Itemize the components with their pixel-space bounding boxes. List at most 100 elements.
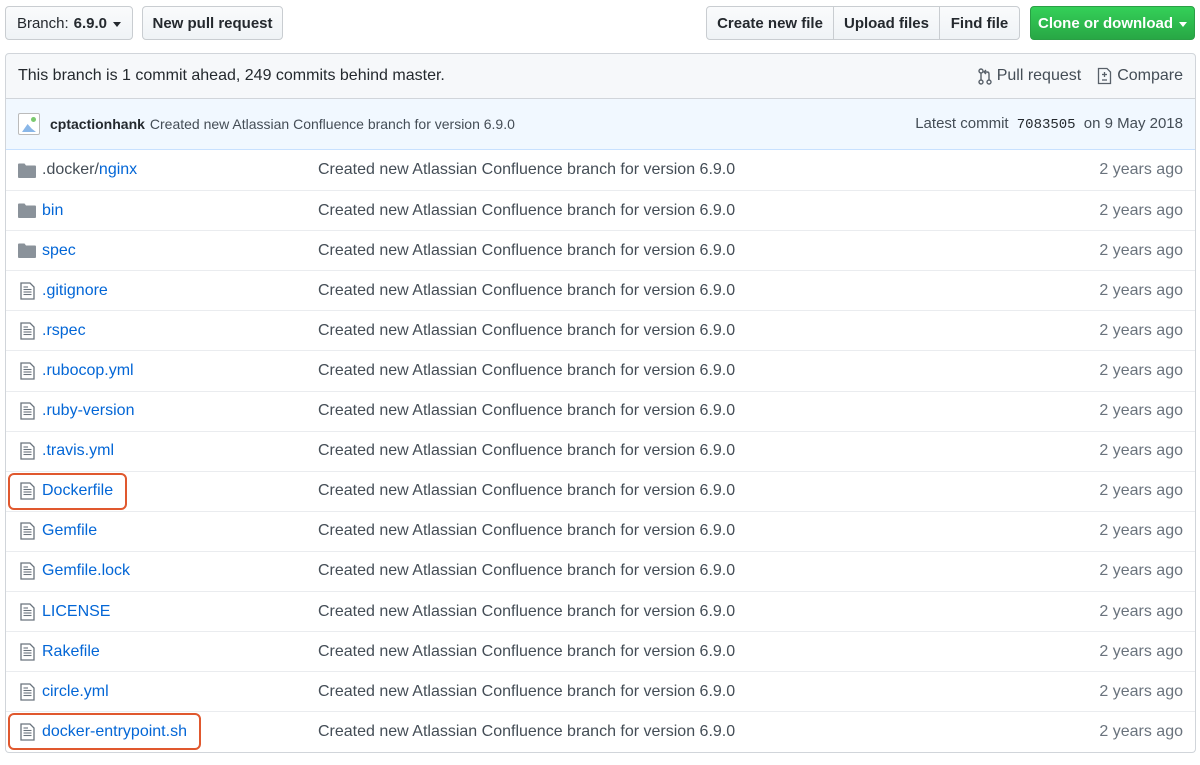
file-name-link[interactable]: .docker/nginx bbox=[42, 161, 137, 179]
file-icon bbox=[18, 442, 36, 460]
find-file-button[interactable]: Find file bbox=[939, 6, 1020, 40]
file-commit-message[interactable]: Created new Atlassian Confluence branch … bbox=[318, 202, 735, 220]
file-commit-message[interactable]: Created new Atlassian Confluence branch … bbox=[318, 603, 735, 621]
file-icon bbox=[18, 723, 36, 741]
file-commit-message[interactable]: Created new Atlassian Confluence branch … bbox=[318, 522, 735, 540]
file-name-link[interactable]: .gitignore bbox=[42, 282, 108, 300]
file-icon bbox=[18, 482, 36, 500]
file-name-link[interactable]: .rspec bbox=[42, 322, 86, 340]
avatar[interactable] bbox=[18, 113, 40, 135]
file-row[interactable]: .rubocop.yml Created new Atlassian Conflu… bbox=[6, 350, 1195, 390]
file-row[interactable]: Dockerfile Created new Atlassian Confluen… bbox=[6, 470, 1195, 511]
file-row[interactable]: .travis.yml Created new Atlassian Conflue… bbox=[6, 430, 1195, 471]
file-name-link[interactable]: Rakefile bbox=[42, 643, 100, 661]
file-icon bbox=[18, 282, 36, 300]
file-name-link[interactable]: Dockerfile bbox=[42, 482, 113, 500]
file-commit-message[interactable]: Created new Atlassian Confluence branch … bbox=[318, 442, 735, 460]
file-row[interactable]: .rspec Created new Atlassian Confluence b… bbox=[6, 310, 1195, 350]
branch-select-button[interactable]: Branch: 6.9.0 bbox=[5, 6, 133, 40]
file-commit-message[interactable]: Created new Atlassian Confluence branch … bbox=[318, 402, 735, 420]
commit-sha[interactable]: 7083505 bbox=[1017, 117, 1076, 133]
file-commit-message[interactable]: Created new Atlassian Confluence branch … bbox=[318, 282, 735, 300]
file-name-link[interactable]: docker-entrypoint.sh bbox=[42, 723, 187, 741]
file-age: 2 years ago bbox=[1099, 201, 1183, 219]
upload-files-button[interactable]: Upload files bbox=[833, 6, 940, 40]
file-commit-message[interactable]: Created new Atlassian Confluence branch … bbox=[318, 322, 735, 340]
clone-or-download-button[interactable]: Clone or download bbox=[1030, 6, 1195, 40]
file-name: bin bbox=[42, 201, 64, 219]
file-icon bbox=[18, 643, 36, 661]
file-age: 2 years ago bbox=[1099, 682, 1183, 700]
file-commit-message[interactable]: Created new Atlassian Confluence branch … bbox=[318, 362, 735, 380]
branch-status-message: This branch is 1 commit ahead, 249 commi… bbox=[18, 67, 445, 84]
file-name: nginx bbox=[98, 161, 138, 179]
file-row[interactable]: Rakefile Created new Atlassian Confluence… bbox=[6, 631, 1195, 671]
file-row[interactable]: Gemfile.lock Created new Atlassian Conflu… bbox=[6, 550, 1195, 591]
chevron-down-icon bbox=[1179, 21, 1187, 27]
file-name: Gemfile.lock bbox=[42, 562, 131, 580]
file-name: .rubocop.yml bbox=[42, 362, 134, 380]
file-list: .docker/nginx Created new Atlassian Confl… bbox=[6, 150, 1195, 751]
file-commit-message[interactable]: Created new Atlassian Confluence branch … bbox=[318, 723, 735, 741]
pull-request-link[interactable]: Pull request bbox=[977, 67, 1082, 85]
create-new-file-button[interactable]: Create new file bbox=[706, 6, 834, 40]
file-name-link[interactable]: spec bbox=[42, 242, 76, 260]
file-commit-message[interactable]: Created new Atlassian Confluence branch … bbox=[318, 683, 735, 701]
file-name-link[interactable]: .travis.yml bbox=[42, 442, 114, 460]
file-name-link[interactable]: circle.yml bbox=[42, 683, 109, 701]
file-row[interactable]: docker-entrypoint.sh Created new Atlassia… bbox=[6, 711, 1195, 751]
file-commit-message[interactable]: Created new Atlassian Confluence branch … bbox=[318, 643, 735, 661]
file-name-link[interactable]: .ruby-version bbox=[42, 402, 134, 420]
file-row[interactable]: spec Created new Atlassian Confluence bra… bbox=[6, 230, 1195, 270]
file-age: 2 years ago bbox=[1099, 642, 1183, 660]
file-name-link[interactable]: bin bbox=[42, 202, 63, 220]
file-name: circle.yml bbox=[42, 682, 109, 700]
file-age: 2 years ago bbox=[1099, 362, 1183, 380]
file-commit-message[interactable]: Created new Atlassian Confluence branch … bbox=[318, 562, 735, 580]
file-row[interactable]: Gemfile Created new Atlassian Confluence … bbox=[6, 510, 1195, 551]
file-age: 2 years ago bbox=[1099, 161, 1183, 179]
file-age: 2 years ago bbox=[1099, 562, 1183, 580]
commit-message[interactable]: Created new Atlassian Confluence branch … bbox=[150, 116, 915, 132]
file-name: .gitignore bbox=[42, 281, 108, 299]
file-row[interactable]: .docker/nginx Created new Atlassian Confl… bbox=[6, 150, 1195, 190]
file-icon bbox=[18, 562, 36, 581]
file-age: 2 years ago bbox=[1099, 442, 1183, 460]
file-name-link[interactable]: Gemfile.lock bbox=[42, 562, 130, 580]
file-icon bbox=[18, 402, 36, 420]
file-name-link[interactable]: LICENSE bbox=[42, 603, 110, 621]
file-name: Rakefile bbox=[42, 642, 100, 660]
file-name-link[interactable]: Gemfile bbox=[42, 522, 97, 540]
file-row[interactable]: LICENSE Created new Atlassian Confluence … bbox=[6, 591, 1195, 631]
file-age: 2 years ago bbox=[1099, 281, 1183, 299]
file-name-link[interactable]: .rubocop.yml bbox=[42, 362, 134, 380]
file-commit-message[interactable]: Created new Atlassian Confluence branch … bbox=[318, 482, 735, 500]
branch-value: 6.9.0 bbox=[73, 14, 108, 32]
clone-label: Clone or download bbox=[1038, 14, 1173, 32]
file-age: 2 years ago bbox=[1099, 241, 1183, 259]
pull-request-label: Pull request bbox=[996, 67, 1082, 84]
file-icon bbox=[18, 522, 36, 541]
pull-request-icon bbox=[977, 67, 992, 85]
file-icon bbox=[18, 683, 36, 701]
file-age: 2 years ago bbox=[1099, 482, 1183, 500]
file-row[interactable]: circle.yml Created new Atlassian Confluen… bbox=[6, 671, 1195, 711]
compare-link[interactable]: Compare bbox=[1097, 67, 1183, 85]
new-pull-request-button[interactable]: New pull request bbox=[142, 6, 283, 40]
latest-commit-label: Latest commit bbox=[915, 115, 1009, 132]
file-commit-message[interactable]: Created new Atlassian Confluence branch … bbox=[318, 161, 735, 179]
folder-icon bbox=[18, 243, 36, 259]
file-row[interactable]: .ruby-version Created new Atlassian Confl… bbox=[6, 390, 1195, 431]
chevron-down-icon bbox=[113, 21, 122, 27]
file-actions-group: Create new file Upload files Find file bbox=[706, 6, 1020, 40]
file-name: .travis.yml bbox=[42, 442, 114, 460]
file-row[interactable]: .gitignore Created new Atlassian Confluen… bbox=[6, 270, 1195, 310]
file-commit-message[interactable]: Created new Atlassian Confluence branch … bbox=[318, 242, 735, 260]
branch-label: Branch: bbox=[16, 14, 69, 32]
compare-label: Compare bbox=[1117, 67, 1183, 84]
commit-date: on 9 May 2018 bbox=[1083, 115, 1183, 132]
latest-commit-info: Latest commit 7083505 on 9 May 2018 bbox=[915, 115, 1183, 133]
file-row[interactable]: bin Created new Atlassian Confluence bran… bbox=[6, 190, 1195, 230]
latest-commit-bar: cptactionhank Created new Atlassian Conf… bbox=[6, 99, 1195, 150]
commit-author[interactable]: cptactionhank bbox=[50, 116, 145, 132]
